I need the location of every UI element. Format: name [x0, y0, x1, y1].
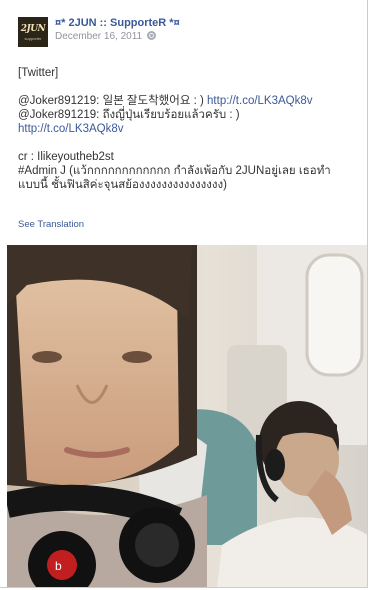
post-tag: [Twitter]: [18, 67, 59, 79]
post-body: [Twitter] @Joker891219: 일본 잘도착했어요 : ) ht…: [18, 66, 363, 192]
avatar-logo-subtext: supporter: [24, 36, 42, 41]
admin-comment-line-1: #Admin J (แว้กกกกกกกกกกกก กำลังเพ้อกับ 2…: [18, 165, 331, 177]
see-translation-link[interactable]: See Translation: [18, 219, 84, 230]
post-photo[interactable]: b: [7, 245, 367, 587]
admin-comment-line-2: แบบนี้ ชั้นฟินสิค่ะจุนสย้องงงงงงงงงงงงงง…: [18, 179, 227, 191]
globe-icon[interactable]: [147, 31, 157, 40]
tweet-handle: @Joker891219:: [18, 109, 100, 121]
avatar-logo-text: 2JUN: [20, 24, 46, 34]
avatar[interactable]: 2JUN supporter: [18, 17, 48, 47]
tweet-handle: @Joker891219:: [18, 95, 100, 107]
post-date-link[interactable]: December 16, 2011: [55, 31, 142, 42]
tweet-link[interactable]: http://t.co/LK3AQk8v: [18, 123, 123, 135]
tweet-text: ถึงญี่ปุ่นเรียบร้อยแล้วครับ : ): [102, 109, 240, 121]
tweet-link[interactable]: http://t.co/LK3AQk8v: [207, 95, 312, 107]
author-name-link[interactable]: ¤* 2JUN :: SupporteR *¤: [55, 17, 180, 29]
tweet-line-2-link: http://t.co/LK3AQk8v: [18, 122, 363, 136]
tweet-text: 일본 잘도착했어요 : ): [102, 95, 204, 107]
facebook-post: 2JUN supporter ¤* 2JUN :: SupporteR *¤ D…: [0, 0, 368, 588]
post-meta: December 16, 2011: [55, 31, 157, 42]
airplane-selfie-photo-icon: b: [7, 245, 367, 587]
tweet-line-1: @Joker891219: 일본 잘도착했어요 : ) http://t.co/…: [18, 94, 363, 108]
svg-text:b: b: [55, 559, 62, 573]
credit-line: cr : Ilikeyoutheb2st: [18, 151, 114, 163]
tweet-line-2: @Joker891219: ถึงญี่ปุ่นเรียบร้อยแล้วครั…: [18, 108, 363, 122]
